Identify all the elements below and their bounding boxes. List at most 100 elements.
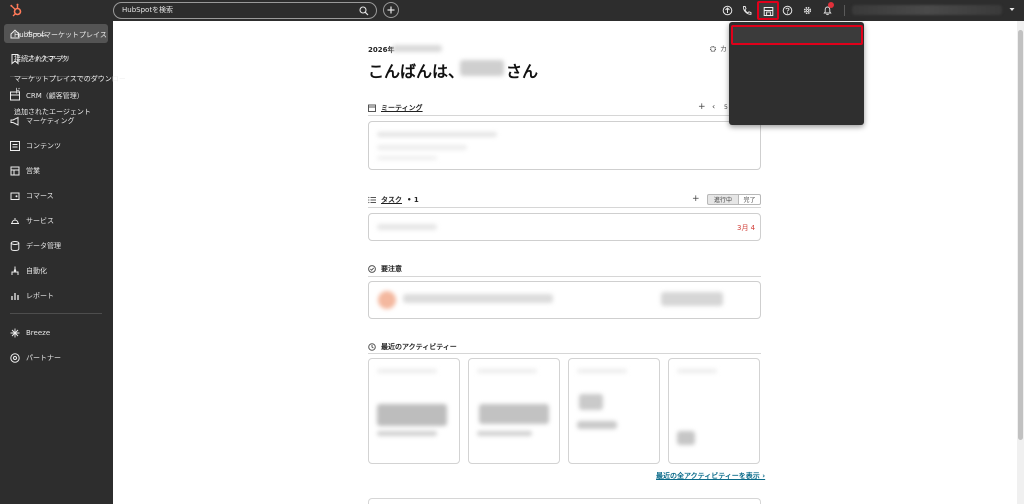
menu-item-connected-apps[interactable]: 接続されたアプリ: [14, 53, 130, 65]
meetings-section-header: ミーティング: [368, 103, 423, 113]
meeting-placeholder: [377, 145, 467, 150]
sidebar-item-sales[interactable]: 営業: [4, 161, 108, 180]
greeting-text: こんばんは、: [368, 62, 465, 81]
customize-button[interactable]: カ: [709, 44, 727, 54]
topbar-divider: [844, 5, 845, 16]
attention-avatar: [378, 291, 396, 309]
commerce-icon: [10, 192, 20, 200]
global-search-input[interactable]: HubSpotを検索: [113, 2, 377, 19]
activity-placeholder: [677, 431, 695, 445]
divider: [368, 207, 761, 208]
sidebar-item-data-management[interactable]: データ管理: [4, 236, 108, 255]
meetings-page: 5: [724, 104, 728, 111]
phone-icon[interactable]: [741, 5, 752, 16]
menu-item-hubspot-marketplace[interactable]: HubSpotマーケットプレイス: [14, 29, 130, 41]
menu-item-marketplace-downloads[interactable]: マーケットプレイスでのダウンロード: [14, 73, 130, 97]
create-new-button[interactable]: [383, 2, 399, 18]
activity-placeholder: [377, 369, 437, 373]
recent-activity-title: 最近のアクティビティー: [381, 343, 457, 351]
sidebar-item-label: Breeze: [26, 328, 51, 337]
marketplace-icon: [763, 7, 774, 16]
activity-placeholder: [377, 431, 437, 436]
main-content: [113, 21, 1017, 504]
tasks-title[interactable]: タスク: [381, 195, 402, 205]
recent-activity-section-header: 最近のアクティビティー: [368, 342, 457, 352]
meetings-card: [368, 121, 761, 170]
hubspot-logo-icon[interactable]: [9, 3, 23, 17]
tab-in-progress[interactable]: 進行中: [707, 194, 739, 205]
search-icon[interactable]: [359, 6, 369, 16]
sidebar-divider: [10, 313, 102, 314]
sidebar-item-commerce[interactable]: コマース: [4, 186, 108, 205]
sidebar-item-label: 営業: [26, 166, 40, 175]
sidebar-item-breeze[interactable]: Breeze: [4, 323, 108, 342]
chevron-down-icon[interactable]: [1009, 7, 1015, 12]
tab-completed[interactable]: 完了: [738, 194, 761, 205]
divider: [368, 276, 761, 277]
task-due-date: 3月 4: [737, 224, 756, 232]
sidebar-item-label: パートナー: [26, 353, 61, 362]
meeting-placeholder: [377, 156, 437, 160]
service-icon: [11, 217, 19, 224]
tasks-count: • 1: [407, 196, 419, 204]
activity-card[interactable]: [468, 358, 560, 464]
meetings-title[interactable]: ミーティング: [381, 103, 423, 113]
scrollbar-thumb[interactable]: [1018, 30, 1023, 440]
activity-placeholder: [577, 369, 627, 373]
top-navigation-bar: HubSpotを検索: [0, 0, 1024, 21]
attention-title: 要注意: [381, 265, 402, 273]
reports-icon: [11, 292, 19, 300]
previous-day-button[interactable]: ‹: [712, 102, 715, 111]
sidebar-item-label: 自動化: [26, 266, 47, 275]
help-icon[interactable]: [782, 5, 793, 16]
plus-icon: [387, 6, 395, 14]
sidebar-item-service[interactable]: サービス: [4, 211, 108, 230]
upgrade-icon[interactable]: [722, 5, 733, 16]
sidebar-item-label: サービス: [26, 216, 54, 225]
activity-card[interactable]: [568, 358, 660, 464]
task-name-redacted: [377, 224, 437, 230]
activity-card[interactable]: [368, 358, 460, 464]
tasks-section-header: タスク • 1: [368, 195, 419, 205]
attention-text-redacted: [403, 294, 553, 303]
search-placeholder: HubSpotを検索: [122, 6, 174, 14]
automation-icon: [11, 266, 19, 275]
activity-placeholder: [477, 369, 537, 373]
user-name-redacted: [460, 60, 504, 76]
settings-gear-icon[interactable]: [802, 5, 813, 16]
activity-card[interactable]: [668, 358, 760, 464]
activity-placeholder: [577, 421, 617, 429]
menu-item-added-agents[interactable]: 追加されたエージェント: [14, 106, 130, 118]
sidebar-item-partner[interactable]: パートナー: [4, 348, 108, 367]
greeting-suffix: さん: [506, 62, 539, 81]
gear-icon: [709, 45, 717, 53]
date-label: 2026年: [368, 46, 395, 54]
sidebar-item-automation[interactable]: 自動化: [4, 261, 108, 280]
marketplace-button[interactable]: [757, 1, 779, 20]
add-task-button[interactable]: +: [692, 194, 700, 204]
sidebar-item-reports[interactable]: レポート: [4, 286, 108, 305]
sidebar-item-label: コマース: [26, 191, 54, 200]
task-row[interactable]: [368, 213, 761, 241]
notification-badge: [828, 2, 834, 8]
attention-card[interactable]: [368, 281, 761, 319]
sales-icon: [10, 166, 20, 175]
list-icon: [368, 196, 376, 204]
marketplace-menu-highlight: [731, 25, 863, 45]
account-menu[interactable]: [852, 5, 1002, 15]
sidebar-item-content[interactable]: コンテンツ: [4, 136, 108, 155]
view-all-activity-link[interactable]: 最近の全アクティビティーを表示 ›: [656, 471, 765, 481]
divider: [368, 353, 761, 354]
breeze-icon: [10, 328, 20, 337]
activity-placeholder: [477, 431, 532, 436]
calendar-icon: [368, 104, 376, 112]
sidebar-item-label: コンテンツ: [26, 141, 61, 150]
content-icon: [10, 140, 20, 151]
check-circle-icon: [368, 265, 376, 273]
activity-placeholder: [677, 369, 717, 373]
next-section-card: [368, 498, 761, 504]
attention-section-header: 要注意: [368, 264, 402, 274]
partner-icon: [10, 352, 20, 363]
customize-label: カ: [720, 45, 727, 53]
add-meeting-button[interactable]: +: [698, 102, 706, 112]
